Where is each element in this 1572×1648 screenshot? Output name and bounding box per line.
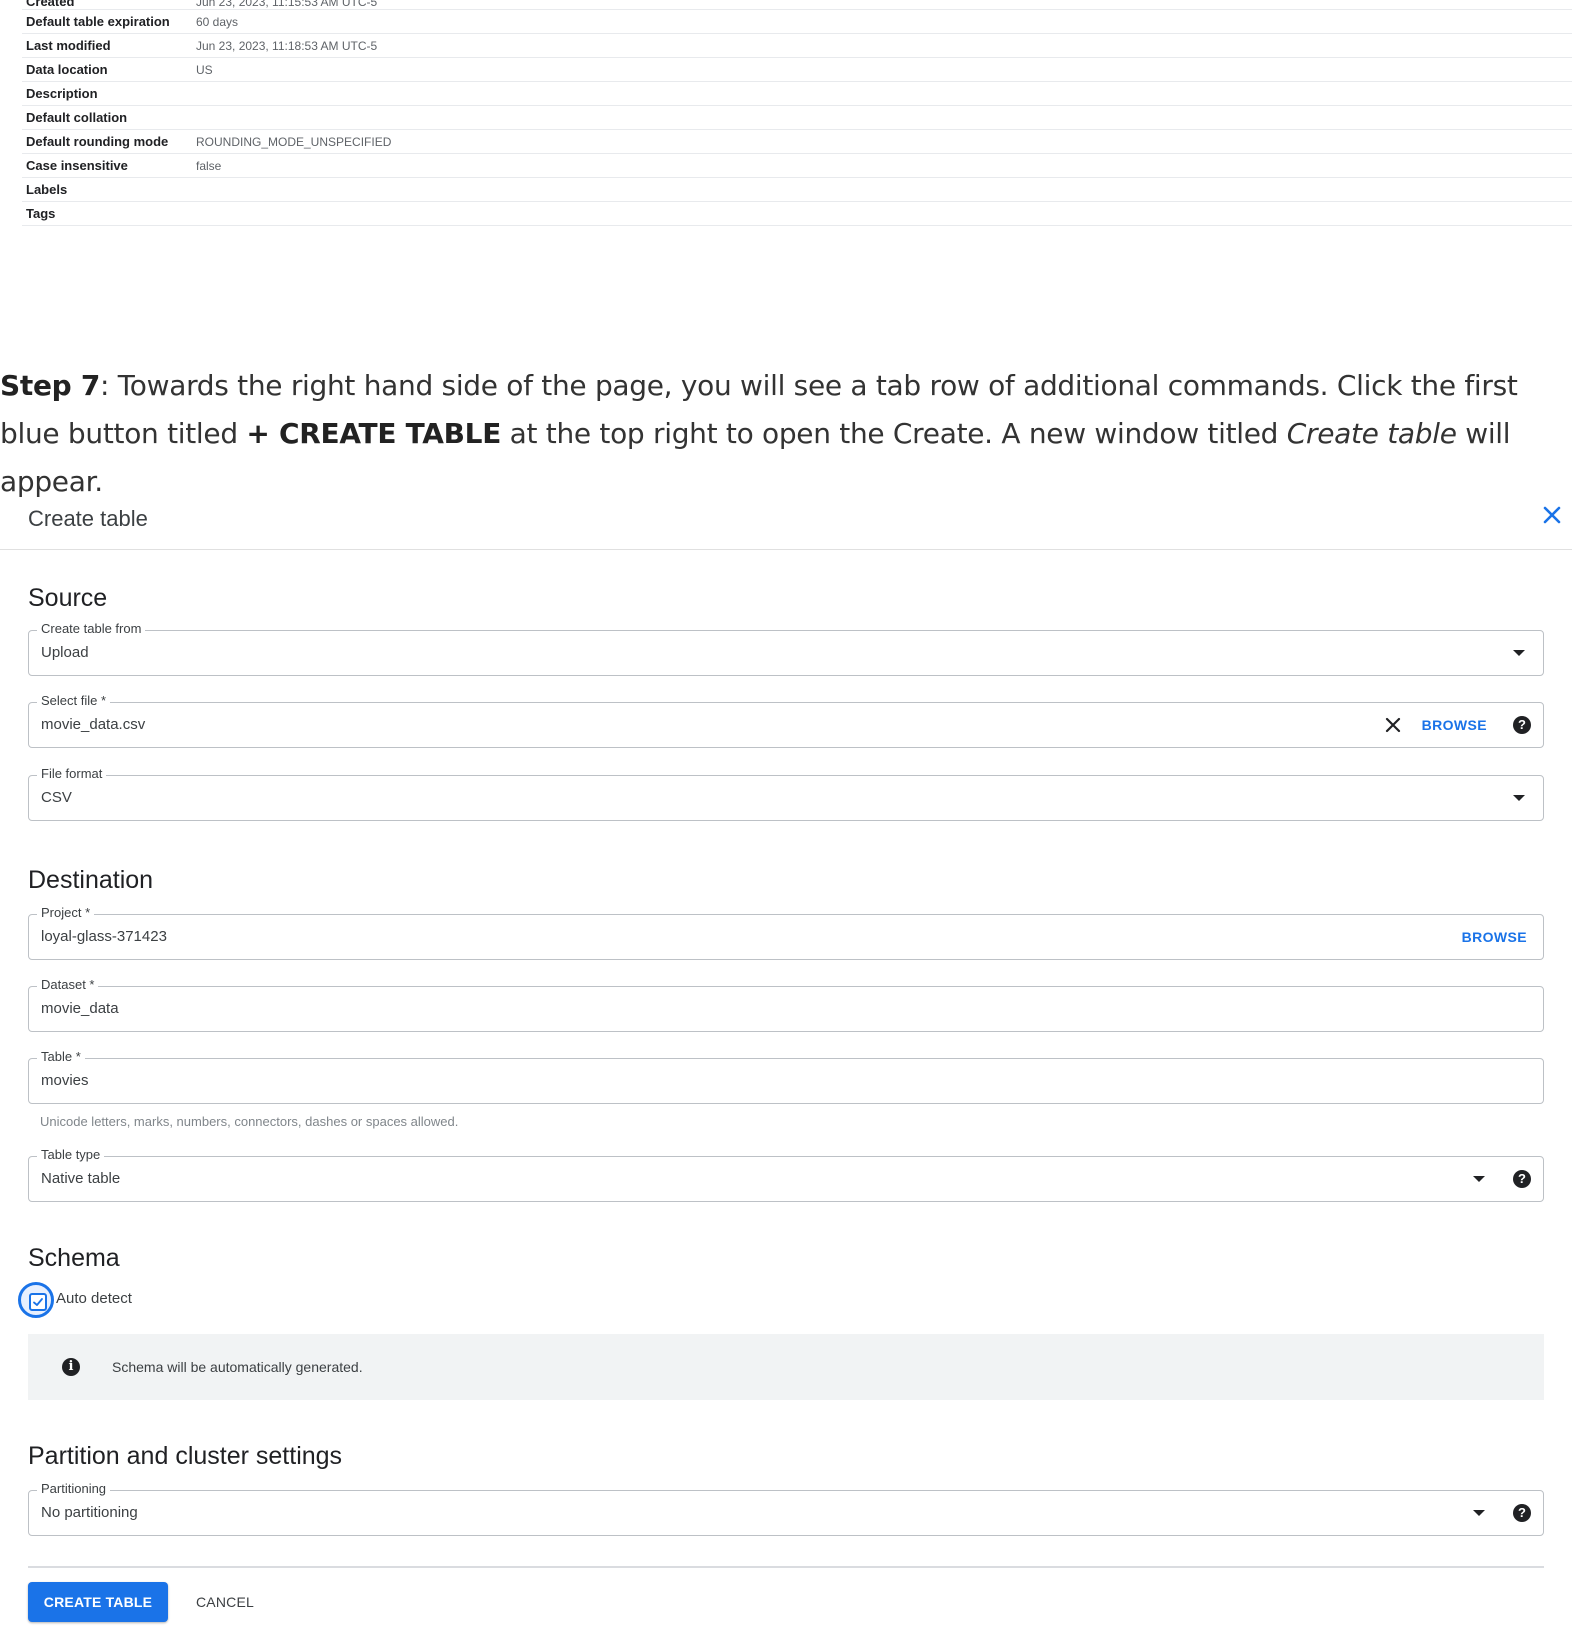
field-value: Native table (41, 1170, 121, 1187)
info-value: US (196, 62, 213, 77)
info-row-description: Description (22, 82, 1572, 106)
info-row-data-location: Data location US (22, 58, 1572, 82)
partition-heading: Partition and cluster settings (28, 1442, 343, 1470)
info-key: Labels (26, 182, 68, 197)
cancel-button[interactable]: CANCEL (188, 1582, 262, 1622)
schema-info-banner: i Schema will be automatically generated… (28, 1334, 1544, 1400)
field-label: Partitioning (37, 1481, 111, 1497)
field-label: Select file * (37, 693, 111, 709)
info-row-default-collation: Default collation (22, 106, 1572, 130)
select-file-field[interactable]: Select file * movie_data.csv BROWSE ? (28, 693, 1544, 748)
footer-divider (28, 1566, 1544, 1568)
help-icon[interactable]: ? (1513, 716, 1531, 734)
field-value: movie_data.csv (41, 716, 146, 733)
schema-heading: Schema (28, 1244, 120, 1272)
info-key: Default rounding mode (26, 134, 169, 149)
info-row-tags: Tags (22, 202, 1572, 226)
auto-detect-label: Auto detect (56, 1290, 132, 1307)
info-value: 60 days (196, 14, 239, 29)
info-key: Case insensitive (26, 158, 128, 173)
info-row-default-table-expiration: Default table expiration 60 days (22, 10, 1572, 34)
info-key: Description (26, 86, 98, 101)
checkbox-checked-icon (29, 1293, 47, 1311)
info-value: Jun 23, 2023, 11:18:53 AM UTC-5 (196, 38, 378, 53)
step-instruction: Step 7: Towards the right hand side of t… (0, 362, 1560, 506)
dataset-info-table: Created Jun 23, 2023, 11:15:53 AM UTC-5 … (22, 0, 1572, 226)
info-key: Last modified (26, 38, 111, 53)
field-value: No partitioning (41, 1504, 138, 1521)
table-name-field[interactable]: Table * movies (28, 1049, 1544, 1104)
info-row-default-rounding-mode: Default rounding mode ROUNDING_MODE_UNSP… (22, 130, 1572, 154)
field-label: Project * (37, 905, 95, 921)
file-format-select[interactable]: File format CSV (28, 766, 1544, 821)
info-key: Created (26, 0, 75, 9)
info-key: Data location (26, 62, 108, 77)
field-label: Dataset * (37, 977, 99, 993)
info-value: false (196, 158, 222, 173)
project-field[interactable]: Project * loyal-glass-371423 BROWSE (28, 905, 1544, 960)
schema-info-text: Schema will be automatically generated. (112, 1359, 363, 1375)
field-label: Table type (37, 1147, 105, 1163)
step-window-name: Create table (1286, 417, 1457, 450)
step-text: at the top right to open the Create. A n… (501, 417, 1287, 450)
chevron-down-icon (1513, 650, 1525, 656)
destination-heading: Destination (28, 866, 154, 894)
chevron-down-icon (1513, 795, 1525, 801)
help-icon[interactable]: ? (1513, 1504, 1531, 1522)
clear-icon[interactable] (1383, 715, 1403, 735)
help-icon[interactable]: ? (1513, 1170, 1531, 1188)
info-value: ROUNDING_MODE_UNSPECIFIED (196, 134, 392, 149)
info-key: Default collation (26, 110, 128, 125)
chevron-down-icon (1473, 1510, 1485, 1516)
browse-project-button[interactable]: BROWSE (1462, 929, 1527, 945)
info-row-labels: Labels (22, 178, 1572, 202)
table-type-select[interactable]: Table type Native table ? (28, 1147, 1544, 1202)
table-name-hint: Unicode letters, marks, numbers, connect… (40, 1114, 459, 1129)
close-icon[interactable] (1540, 503, 1564, 527)
partitioning-select[interactable]: Partitioning No partitioning ? (28, 1481, 1544, 1536)
field-label: Table * (37, 1049, 85, 1065)
create-table-from-select[interactable]: Create table from Upload (28, 621, 1544, 676)
info-icon: i (62, 1358, 80, 1376)
dialog-header: Create table (0, 490, 1572, 550)
info-key: Tags (26, 206, 56, 221)
info-row-case-insensitive: Case insensitive false (22, 154, 1572, 178)
step-label: Step 7 (0, 369, 101, 402)
field-value: movies (41, 1072, 89, 1089)
auto-detect-checkbox[interactable] (18, 1282, 54, 1318)
field-label: File format (37, 766, 107, 782)
info-row-last-modified: Last modified Jun 23, 2023, 11:18:53 AM … (22, 34, 1572, 58)
create-table-button[interactable]: CREATE TABLE (28, 1582, 168, 1622)
info-value: Jun 23, 2023, 11:15:53 AM UTC-5 (196, 0, 378, 9)
field-label: Create table from (37, 621, 146, 637)
field-value: movie_data (41, 1000, 119, 1017)
source-heading: Source (28, 584, 108, 612)
dialog-title: Create table (28, 506, 148, 531)
field-value: loyal-glass-371423 (41, 928, 167, 945)
browse-file-button[interactable]: BROWSE (1422, 717, 1487, 733)
chevron-down-icon (1473, 1176, 1485, 1182)
field-value: Upload (41, 644, 89, 661)
info-key: Default table expiration (26, 14, 170, 29)
dataset-field[interactable]: Dataset * movie_data (28, 977, 1544, 1032)
info-row-created: Created Jun 23, 2023, 11:15:53 AM UTC-5 (22, 0, 1572, 10)
step-button-name: + CREATE TABLE (246, 417, 502, 450)
field-value: CSV (41, 789, 72, 806)
